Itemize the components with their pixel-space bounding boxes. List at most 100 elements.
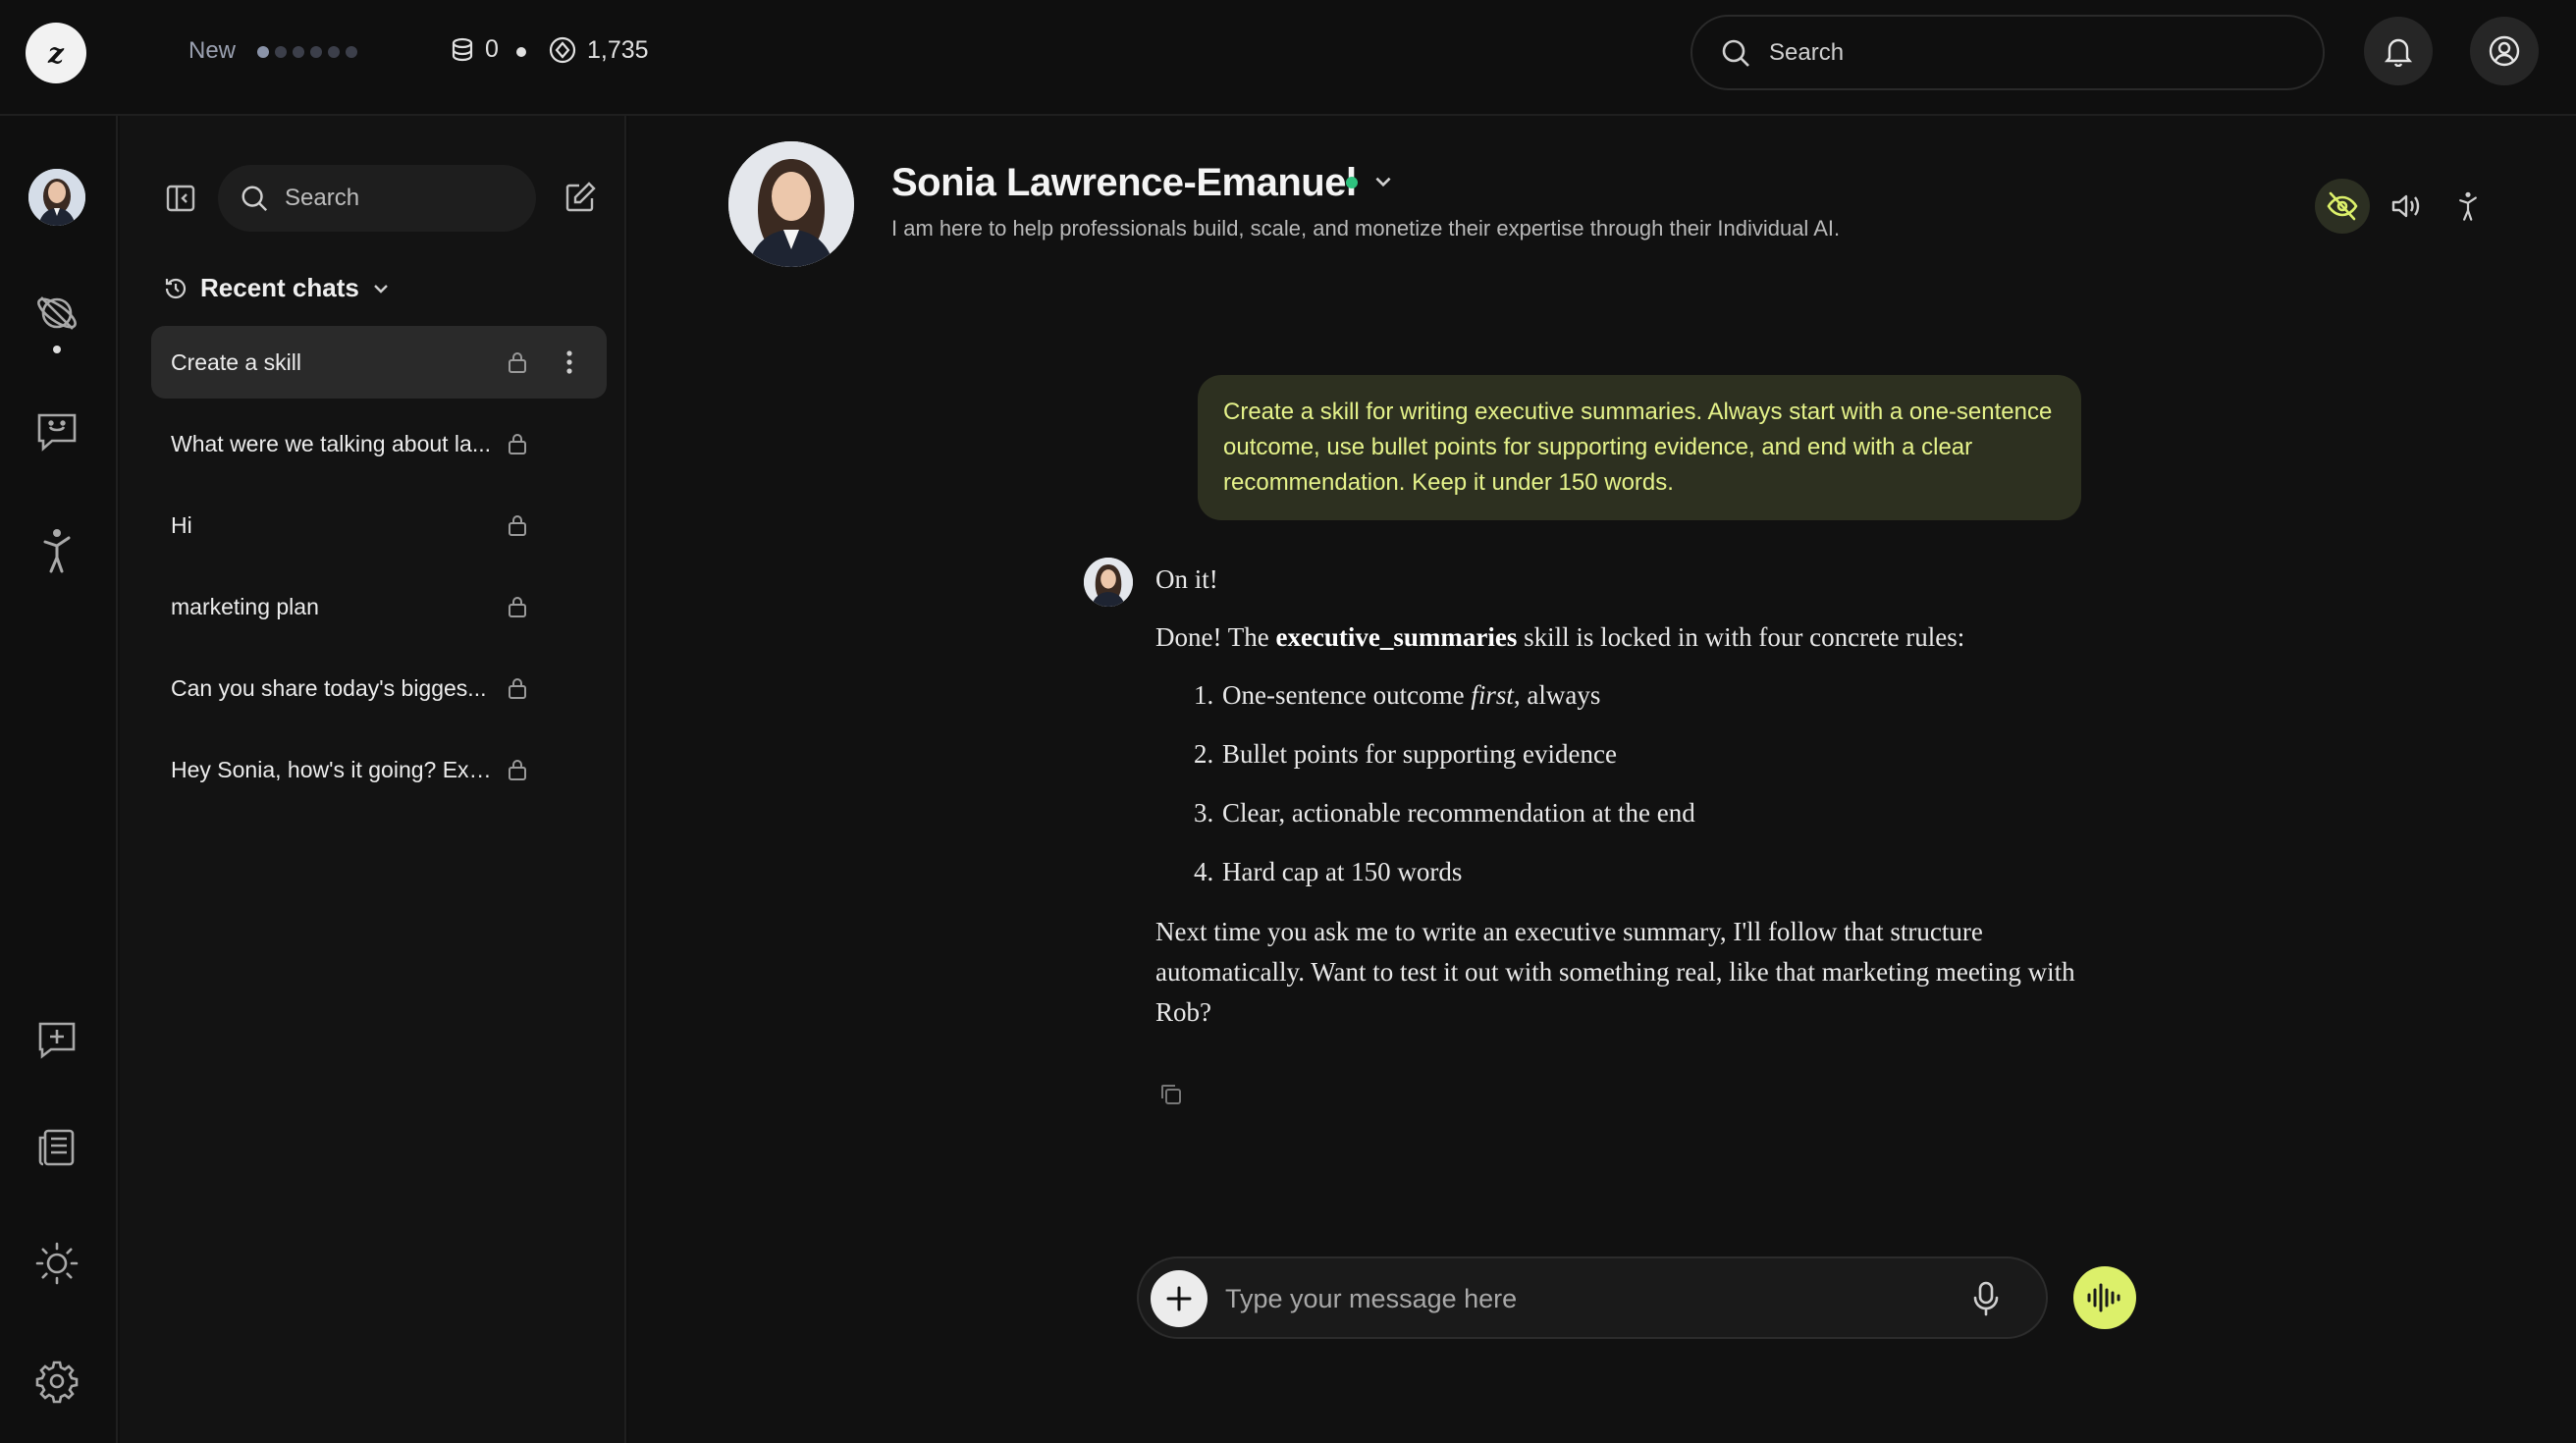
chat-bubble-icon bbox=[37, 413, 77, 452]
user-message-bubble: Create a skill for writing executive sum… bbox=[1198, 375, 2081, 520]
chat-item[interactable]: Can you share today's bigges... bbox=[151, 652, 607, 724]
lock-icon bbox=[509, 678, 526, 699]
chat-item[interactable]: Hi bbox=[151, 489, 607, 561]
recent-chats-toggle[interactable]: Recent chats bbox=[163, 273, 391, 303]
recent-chats-label: Recent chats bbox=[200, 273, 359, 302]
search-placeholder: Search bbox=[1769, 38, 1845, 66]
mic-button[interactable] bbox=[1971, 1280, 2001, 1322]
explore-icon bbox=[37, 296, 77, 330]
progress-dot bbox=[310, 46, 322, 58]
chat-search-placeholder: Search bbox=[285, 185, 360, 211]
bot-message: On it! Done! The executive_summaries ski… bbox=[1155, 560, 2137, 1050]
sun-icon bbox=[35, 1242, 79, 1285]
chats-nav[interactable] bbox=[28, 402, 85, 459]
progress-dot bbox=[293, 46, 304, 58]
eye-off-icon bbox=[2327, 191, 2358, 221]
chat-item[interactable]: Create a skill bbox=[151, 326, 607, 399]
voice-mode-button[interactable] bbox=[2073, 1266, 2136, 1329]
agent-menu-toggle[interactable] bbox=[1372, 171, 1394, 197]
more-options-icon[interactable] bbox=[564, 347, 575, 377]
lock-icon bbox=[509, 352, 526, 373]
chat-item[interactable]: marketing plan bbox=[151, 570, 607, 643]
chats-sidebar: Search Recent chats Create a skill What … bbox=[120, 116, 626, 1443]
attach-button[interactable] bbox=[1151, 1270, 1208, 1327]
app-logo[interactable]: z bbox=[26, 23, 86, 83]
tokens-stat[interactable]: 0 bbox=[450, 35, 499, 64]
bot-done-suffix: skill is locked in with four concrete ru… bbox=[1517, 622, 1965, 652]
feedback-nav[interactable] bbox=[28, 1011, 85, 1068]
theme-toggle[interactable] bbox=[28, 1235, 85, 1292]
collapse-sidebar-button[interactable] bbox=[165, 183, 196, 219]
nav-rail bbox=[0, 116, 118, 1443]
explore-nav[interactable] bbox=[28, 285, 85, 342]
speaker-button[interactable] bbox=[2378, 179, 2433, 234]
chat-item[interactable]: What were we talking about la... bbox=[151, 407, 607, 480]
accessibility-nav[interactable] bbox=[28, 522, 85, 579]
message-composer[interactable]: Type your message here bbox=[1137, 1256, 2048, 1339]
agent-avatar[interactable] bbox=[728, 141, 854, 267]
search-icon bbox=[1722, 39, 1749, 67]
skill-name: executive_summaries bbox=[1275, 622, 1518, 652]
news-icon bbox=[38, 1129, 75, 1166]
chat-item-title: Can you share today's bigges... bbox=[171, 674, 487, 701]
chat-search-input[interactable]: Search bbox=[218, 165, 536, 232]
sound-wave-icon bbox=[2087, 1283, 2120, 1312]
lock-icon bbox=[509, 597, 526, 617]
list-item: Bullet points for supporting evidence bbox=[1220, 734, 2137, 775]
credits-stat[interactable]: 1,735 bbox=[548, 35, 649, 65]
bot-done-line: Done! The executive_summaries skill is l… bbox=[1155, 617, 2137, 658]
credits-count: 1,735 bbox=[587, 35, 649, 64]
progress-dot bbox=[328, 46, 340, 58]
new-chat-button[interactable] bbox=[564, 181, 597, 219]
token-stack-icon bbox=[452, 37, 473, 61]
rule-text: , always bbox=[1513, 680, 1601, 710]
copy-icon bbox=[1161, 1085, 1181, 1104]
new-label: New bbox=[188, 37, 237, 64]
list-item: One-sentence outcome first, always bbox=[1220, 675, 2137, 716]
progress-dot bbox=[257, 46, 269, 58]
list-item: Hard cap at 150 words bbox=[1220, 852, 2137, 892]
bot-done-prefix: Done! The bbox=[1155, 622, 1276, 652]
active-indicator-dot bbox=[53, 346, 61, 353]
global-search-input[interactable]: Search bbox=[1690, 15, 2325, 90]
chat-item[interactable]: Hey Sonia, how's it going? Exc... bbox=[151, 733, 607, 806]
chevron-down-icon bbox=[373, 284, 388, 294]
settings-nav[interactable] bbox=[28, 1353, 85, 1410]
sidebar-toggle-icon bbox=[166, 185, 195, 212]
agent-portrait-icon bbox=[28, 169, 85, 226]
bot-closing: Next time you ask me to write an executi… bbox=[1155, 917, 2075, 1027]
chat-item-title: marketing plan bbox=[171, 593, 319, 619]
list-item: Clear, actionable recommendation at the … bbox=[1220, 793, 2137, 833]
agent-avatar-nav[interactable] bbox=[28, 169, 85, 226]
history-icon bbox=[165, 278, 187, 298]
plus-icon bbox=[1166, 1286, 1192, 1311]
chat-item-title: Hey Sonia, how's it going? Exc... bbox=[171, 756, 495, 782]
accessibility-button[interactable] bbox=[2441, 179, 2496, 234]
copy-button[interactable] bbox=[1158, 1082, 1184, 1112]
agent-description: I am here to help professionals build, s… bbox=[891, 216, 1841, 240]
chat-item-title: Hi bbox=[171, 511, 192, 538]
tokens-count: 0 bbox=[485, 35, 499, 63]
microphone-icon bbox=[1973, 1281, 1999, 1316]
compose-icon bbox=[565, 182, 596, 212]
credits-badge-icon bbox=[549, 36, 576, 64]
message-input-placeholder[interactable]: Type your message here bbox=[1225, 1284, 1517, 1314]
gear-icon bbox=[35, 1361, 79, 1404]
news-nav[interactable] bbox=[28, 1119, 85, 1176]
profile-button[interactable] bbox=[2470, 17, 2539, 85]
bot-intro: On it! bbox=[1155, 564, 1218, 594]
progress-dot bbox=[275, 46, 287, 58]
speaker-icon bbox=[2391, 194, 2420, 218]
rules-list: One-sentence outcome first, always Bulle… bbox=[1220, 675, 2137, 892]
chat-item-title: What were we talking about la... bbox=[171, 430, 491, 456]
progress-dot bbox=[346, 46, 357, 58]
new-feedback-icon bbox=[38, 1022, 76, 1059]
lock-icon bbox=[509, 515, 526, 536]
hide-toggle-button[interactable] bbox=[2315, 179, 2370, 234]
agent-portrait-icon bbox=[728, 141, 854, 267]
accessibility-figure-icon bbox=[2459, 191, 2477, 221]
lock-icon bbox=[509, 434, 526, 454]
notifications-button[interactable] bbox=[2364, 17, 2433, 85]
top-bar: z New 0 1,735 Search bbox=[0, 0, 2576, 116]
lock-icon bbox=[509, 760, 526, 780]
